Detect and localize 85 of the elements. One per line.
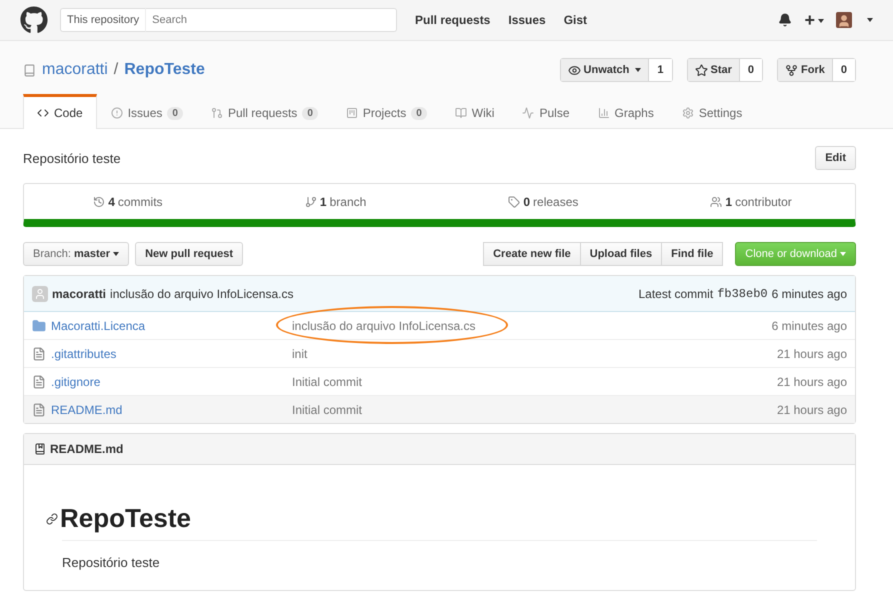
avatar-icon[interactable] <box>836 12 852 28</box>
new-pull-request-button[interactable]: New pull request <box>135 242 244 266</box>
file-icon <box>32 346 46 360</box>
file-icon <box>32 402 46 416</box>
file-name-link[interactable]: .gitattributes <box>51 346 116 360</box>
nav-link[interactable]: Issues <box>508 13 546 27</box>
code-icon <box>37 107 49 119</box>
commit-time: 6 minutes ago <box>772 318 847 332</box>
history-icon <box>93 196 106 208</box>
file-name-link[interactable]: Macoratti.Licenca <box>51 318 146 332</box>
nav-link[interactable]: Pull requests <box>415 13 490 27</box>
tab[interactable]: Pulse <box>508 94 584 129</box>
counter: 0 <box>167 106 183 120</box>
project-board-icon <box>346 107 358 119</box>
commit-message-link[interactable]: inclusão do arquivo InfoLicensa.cs <box>292 318 476 332</box>
commit-message[interactable]: inclusão do arquivo InfoLicensa.cs <box>110 286 294 300</box>
stat-link[interactable]: 0 releases <box>440 184 648 219</box>
owner-link[interactable]: macoratti <box>42 61 108 79</box>
tag-icon <box>508 196 520 208</box>
repo-description: Repositório teste <box>23 150 121 166</box>
file-action-button[interactable]: Find file <box>661 242 724 266</box>
count-link[interactable]: 0 <box>832 59 855 81</box>
tab[interactable]: Issues 0 <box>96 94 197 129</box>
branch-icon <box>304 196 317 208</box>
readme-filename: README.md <box>50 442 124 456</box>
scope-label[interactable]: This repository <box>60 8 146 32</box>
bell-icon[interactable] <box>778 13 792 27</box>
edit-button[interactable]: Edit <box>815 146 856 170</box>
fork-icon <box>785 64 798 76</box>
file-action-button[interactable]: Create new file <box>483 242 581 266</box>
commit-message-link[interactable]: init <box>292 346 308 360</box>
commit-message-link[interactable]: Initial commit <box>292 402 362 416</box>
folder-icon <box>32 318 46 332</box>
count-link[interactable]: 1 <box>649 59 672 81</box>
pull-request-icon <box>210 107 223 119</box>
repo-name-link[interactable]: RepoTeste <box>124 61 205 79</box>
stat-link[interactable]: 1 branch <box>232 184 440 219</box>
pulse-icon <box>522 107 534 119</box>
watch-button[interactable]: Unwatch <box>560 59 650 81</box>
star-button[interactable]: Star <box>688 59 740 81</box>
counter: 0 <box>302 106 318 120</box>
commit-message-link[interactable]: Initial commit <box>292 374 362 388</box>
caret-icon[interactable] <box>867 18 873 22</box>
tab[interactable]: Code <box>23 94 97 129</box>
logo-icon[interactable] <box>20 6 48 34</box>
latest-commit-label: Latest commit <box>638 286 714 300</box>
plus-menu[interactable]: + <box>804 10 824 30</box>
commit-time: 6 minutes ago <box>772 286 847 300</box>
tab[interactable]: Wiki <box>440 94 508 129</box>
tab[interactable]: Settings <box>668 94 756 129</box>
commit-time: 21 hours ago <box>776 374 847 388</box>
commit-sha[interactable]: fb38eb0 <box>717 286 768 300</box>
file-name-link[interactable]: .gitignore <box>51 374 100 388</box>
repo-icon <box>23 64 36 76</box>
fork-button[interactable]: Fork <box>778 59 833 81</box>
tab[interactable]: Graphs <box>584 94 668 129</box>
file-name-link[interactable]: README.md <box>51 402 122 416</box>
commit-time: 21 hours ago <box>776 402 847 416</box>
file-icon <box>32 374 46 388</box>
book-icon <box>34 443 46 455</box>
bar-chart-icon <box>598 107 610 119</box>
branch-select[interactable]: Branch: master <box>23 242 130 266</box>
alert-icon <box>110 107 123 119</box>
readme-heading: RepoTeste <box>60 503 191 534</box>
tab[interactable]: Projects 0 <box>332 94 441 129</box>
commit-author[interactable]: macoratti <box>52 286 106 300</box>
settings-icon <box>682 107 694 119</box>
stat-link[interactable]: 4 commits <box>24 184 232 219</box>
separator: / <box>114 61 118 79</box>
commit-time: 21 hours ago <box>776 346 847 360</box>
file-action-button[interactable]: Upload files <box>580 242 662 266</box>
eye-icon <box>568 64 581 76</box>
link-icon[interactable] <box>46 512 58 524</box>
counter: 0 <box>411 106 427 120</box>
star-icon <box>694 64 708 76</box>
avatar-icon <box>32 286 48 302</box>
search-field[interactable]: Search <box>146 8 397 32</box>
tab[interactable]: Pull requests 0 <box>196 94 332 129</box>
readme-text: Repositório teste <box>62 555 161 570</box>
stat-link[interactable]: 1 contributor <box>647 184 855 219</box>
book-icon <box>454 107 467 119</box>
people-icon <box>710 196 722 208</box>
file-row[interactable]: README.md Initial commit 21 hours ago <box>24 395 855 423</box>
count-link[interactable]: 0 <box>740 59 762 81</box>
nav-link[interactable]: Gist <box>564 13 588 27</box>
